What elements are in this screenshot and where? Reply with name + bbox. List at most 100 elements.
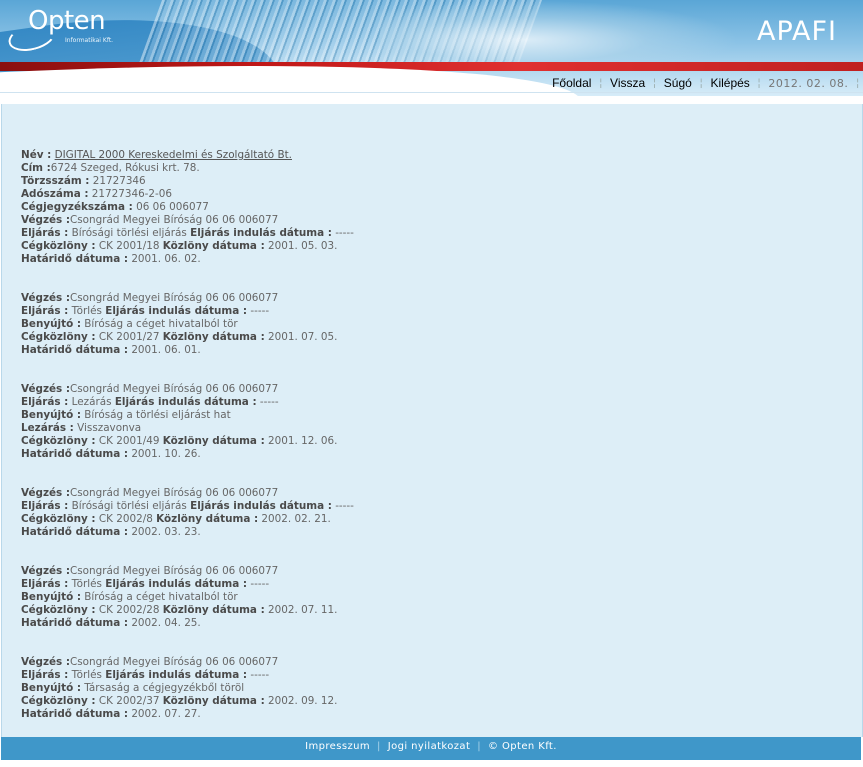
nav-kilepes[interactable]: Kilépés (702, 76, 757, 90)
record-vegzes-row: Végzés :Csongrád Megyei Bíróság 06 06 00… (21, 383, 354, 396)
record-vegzes-row: Végzés :Csongrád Megyei Bíróság 06 06 00… (21, 487, 354, 500)
indulas-value: ----- (335, 500, 354, 512)
hatarido-label: Határidő dátuma : (21, 448, 128, 460)
cegkozlony-value: CK 2001/18 (98, 240, 160, 252)
record-cegkozlony-row: Cégközlöny : CK 2001/49 Közlöny dátuma :… (21, 435, 354, 448)
eljaras-value: Bírósági törlési eljárás (71, 227, 187, 239)
benyujto-value: Bíróság a céget hivatalból tör (84, 591, 238, 603)
eljaras-label: Eljárás : (21, 578, 69, 590)
address-label: Cím : (21, 162, 51, 174)
cegkozlony-label: Cégközlöny : (21, 435, 96, 447)
vegzes-value: Csongrád Megyei Bíróság 06 06 006077 (70, 292, 279, 304)
company-name-link[interactable]: DIGITAL 2000 Kereskedelmi és Szolgáltató… (55, 149, 292, 161)
record-cegkozlony-row: Cégközlöny : CK 2001/18 Közlöny dátuma :… (21, 240, 354, 253)
company-taxnum-row: Adószáma : 21727346-2-06 (21, 188, 354, 201)
vegzes-value: Csongrád Megyei Bíróság 06 06 006077 (70, 487, 279, 499)
nav-sugo[interactable]: Súgó (656, 76, 700, 90)
record-lezaras-row: Lezárás : Visszavonva (21, 422, 354, 435)
page: Opten Informatikai Kft. APAFI Főoldal ¦ … (0, 0, 863, 767)
vegzes-label: Végzés : (21, 383, 71, 395)
bottom-edge (0, 760, 863, 767)
hatarido-value: 2001. 06. 01. (131, 344, 201, 356)
indulas-value: ----- (335, 227, 354, 239)
indulas-label: Eljárás indulás dátuma : (105, 305, 248, 317)
cegkozlony-label: Cégközlöny : (21, 331, 96, 343)
kozlony-datum-value: 2002. 07. 11. (268, 604, 338, 616)
nav-separator: ¦ (856, 77, 859, 89)
benyujto-label: Benyújtó : (21, 682, 81, 694)
hatarido-value: 2001. 10. 26. (131, 448, 201, 460)
eljaras-label: Eljárás : (21, 500, 69, 512)
record-benyujto-row: Benyújtó : Bíróság a céget hivatalból tö… (21, 318, 354, 331)
kozlony-datum-label: Közlöny dátuma : (156, 513, 259, 525)
main-content: Név : DIGITAL 2000 Kereskedelmi és Szolg… (1, 104, 863, 737)
cegkozlony-label: Cégközlöny : (21, 240, 96, 252)
hatarido-value: 2002. 04. 25. (131, 617, 201, 629)
vegzes-label: Végzés : (21, 565, 71, 577)
record-eljaras-row: Eljárás : Törlés Eljárás indulás dátuma … (21, 305, 354, 318)
footer-separator: | (477, 741, 482, 752)
record-benyujto-row: Benyújtó : Bíróság a törlési eljárást ha… (21, 409, 354, 422)
kozlony-datum-label: Közlöny dátuma : (162, 435, 265, 447)
header-photo-decoration (380, 0, 740, 66)
vegzes-value: Csongrád Megyei Bíróság 06 06 006077 (70, 656, 279, 668)
record-vegzes-row: Végzés :Csongrád Megyei Bíróság 06 06 00… (21, 292, 354, 305)
record-eljaras-row: Eljárás : Lezárás Eljárás indulás dátuma… (21, 396, 354, 409)
kozlony-datum-label: Közlöny dátuma : (162, 240, 265, 252)
footer-copyright-link[interactable]: © Opten Kft. (488, 741, 557, 752)
record-hatarido-row: Határidő dátuma : 2002. 07. 27. (21, 708, 354, 721)
company-address-row: Cím :6724 Szeged, Rókusi krt. 78. (21, 162, 354, 175)
vegzes-label: Végzés : (21, 214, 71, 226)
footer-impresszum-link[interactable]: Impresszum (305, 741, 370, 752)
benyujto-label: Benyújtó : (21, 409, 81, 421)
nav-vissza[interactable]: Vissza (602, 76, 653, 90)
benyujto-label: Benyújtó : (21, 318, 81, 330)
kozlony-datum-value: 2002. 02. 21. (261, 513, 331, 525)
vegzes-label: Végzés : (21, 487, 71, 499)
vegzes-label: Végzés : (21, 656, 71, 668)
record-hatarido-row: Határidő dátuma : 2002. 04. 25. (21, 617, 354, 630)
record-benyujto-row: Benyújtó : Társaság a cégjegyzékből törö… (21, 682, 354, 695)
record-hatarido-row: Határidő dátuma : 2001. 06. 02. (21, 253, 354, 266)
hatarido-label: Határidő dátuma : (21, 708, 128, 720)
eljaras-value: Törlés (71, 305, 102, 317)
eljaras-value: Törlés (71, 578, 102, 590)
lezaras-label: Lezárás : (21, 422, 74, 434)
record-hatarido-row: Határidő dátuma : 2001. 10. 26. (21, 448, 354, 461)
benyujto-value: Társaság a cégjegyzékből töröl (84, 682, 245, 694)
torzsszam-label: Törzsszám : (21, 175, 90, 187)
opten-logo[interactable]: Opten Informatikai Kft. (5, 4, 118, 56)
record-vegzes-row: Végzés :Csongrád Megyei Bíróság 06 06 00… (21, 214, 354, 227)
torzsszam-value: 21727346 (92, 175, 146, 187)
adoszam-value: 21727346-2-06 (91, 188, 173, 200)
record-cegkozlony-row: Cégközlöny : CK 2002/8 Közlöny dátuma : … (21, 513, 354, 526)
record-cegkozlony-row: Cégközlöny : CK 2002/37 Közlöny dátuma :… (21, 695, 354, 708)
record-block: Végzés :Csongrád Megyei Bíróság 06 06 00… (21, 292, 354, 357)
footer-jogi-link[interactable]: Jogi nyilatkozat (388, 741, 470, 752)
company-name-row: Név : DIGITAL 2000 Kereskedelmi és Szolg… (21, 149, 354, 162)
record-vegzes-row: Végzés :Csongrád Megyei Bíróság 06 06 00… (21, 565, 354, 578)
eljaras-label: Eljárás : (21, 669, 69, 681)
benyujto-label: Benyújtó : (21, 591, 81, 603)
company-info: Név : DIGITAL 2000 Kereskedelmi és Szolg… (21, 149, 354, 266)
record-hatarido-row: Határidő dátuma : 2001. 06. 01. (21, 344, 354, 357)
indulas-value: ----- (259, 396, 279, 408)
logo-subtitle: Informatikai Kft. (65, 37, 114, 44)
record-benyujto-row: Benyújtó : Bíróság a céget hivatalból tö… (21, 591, 354, 604)
hatarido-label: Határidő dátuma : (21, 253, 128, 265)
kozlony-datum-value: 2001. 12. 06. (268, 435, 338, 447)
adoszam-label: Adószáma : (21, 188, 89, 200)
nav-fooldal[interactable]: Főoldal (544, 76, 599, 90)
vegzes-value: Csongrád Megyei Bíróság 06 06 006077 (70, 383, 279, 395)
indulas-label: Eljárás indulás dátuma : (114, 396, 257, 408)
eljaras-label: Eljárás : (21, 305, 69, 317)
company-regnum-row: Törzsszám : 21727346 (21, 175, 354, 188)
record-eljaras-row: Eljárás : Bírósági törlési eljárás Eljár… (21, 500, 354, 513)
record-block: Végzés :Csongrád Megyei Bíróság 06 06 00… (21, 383, 354, 461)
hatarido-label: Határidő dátuma : (21, 526, 128, 538)
hatarido-value: 2002. 03. 23. (131, 526, 201, 538)
kozlony-datum-label: Közlöny dátuma : (162, 331, 265, 343)
hatarido-label: Határidő dátuma : (21, 617, 128, 629)
indulas-value: ----- (250, 578, 270, 590)
hatarido-label: Határidő dátuma : (21, 344, 128, 356)
